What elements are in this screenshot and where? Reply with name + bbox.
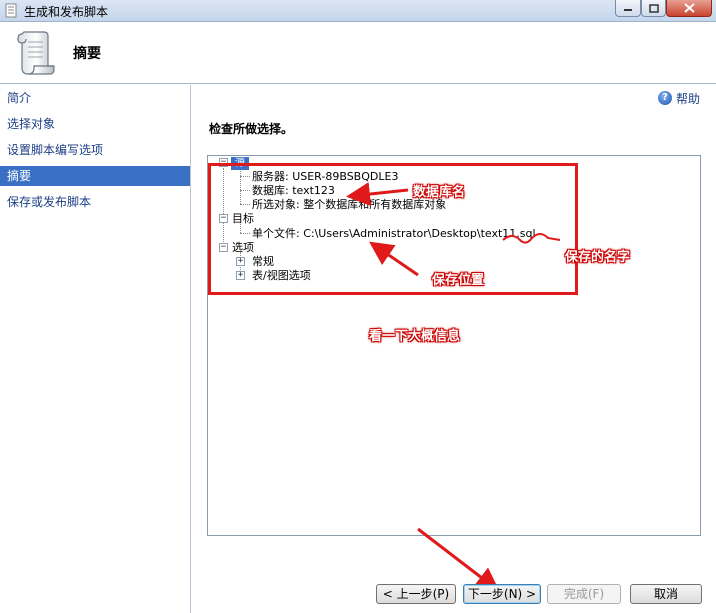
page-title: 摘要 — [73, 46, 101, 62]
sidebar-item-save-publish[interactable]: 保存或发布脚本 — [0, 192, 190, 212]
help-link[interactable]: ? 帮助 — [658, 90, 700, 106]
sidebar-item-summary[interactable]: 摘要 — [0, 166, 190, 186]
close-icon — [683, 3, 695, 13]
annotation-box — [208, 163, 578, 295]
app-icon — [5, 3, 17, 18]
minimize-icon — [624, 9, 632, 11]
close-button[interactable] — [666, 0, 712, 17]
sidebar-item-choose-objects[interactable]: 选择对象 — [0, 114, 190, 134]
scroll-icon — [17, 31, 55, 75]
section-heading: 检查所做选择。 — [209, 122, 294, 136]
maximize-icon — [648, 3, 659, 13]
wizard-header: 摘要 — [0, 22, 716, 84]
maximize-button[interactable] — [641, 0, 666, 17]
finish-button[interactable]: 完成(F) — [547, 584, 621, 604]
back-button[interactable]: < 上一步(P) — [376, 584, 456, 604]
wizard-sidebar: 简介 选择对象 设置脚本编写选项 摘要 保存或发布脚本 — [0, 85, 191, 613]
help-label: 帮助 — [676, 91, 701, 106]
cancel-button[interactable]: 取消 — [630, 584, 702, 604]
sidebar-item-scripting-options[interactable]: 设置脚本编写选项 — [0, 140, 190, 160]
annotation-save-location: 保存位置 — [432, 273, 485, 288]
next-button[interactable]: 下一步(N) > — [463, 584, 541, 604]
annotation-db-name: 数据库名 — [413, 185, 466, 200]
annotation-save-name: 保存的名字 — [565, 250, 631, 265]
sidebar-item-intro[interactable]: 简介 — [0, 88, 190, 108]
window-title: 生成和发布脚本 — [24, 5, 109, 19]
title-bar: 生成和发布脚本 — [0, 0, 716, 22]
minimize-button[interactable] — [615, 0, 641, 17]
help-icon: ? — [658, 91, 672, 105]
annotation-overview: 看一下大概信息 — [369, 329, 461, 344]
